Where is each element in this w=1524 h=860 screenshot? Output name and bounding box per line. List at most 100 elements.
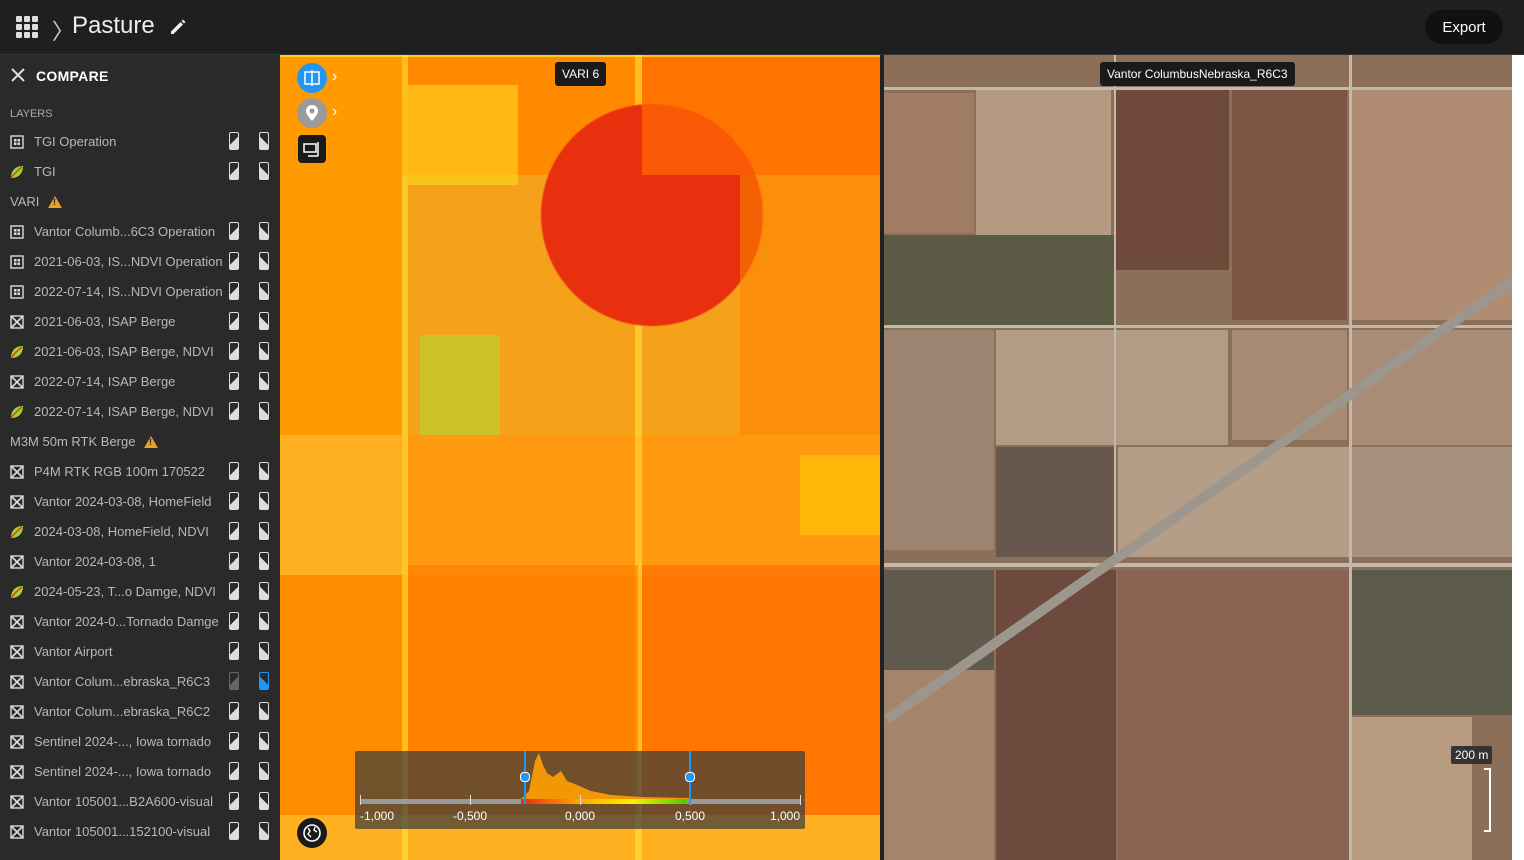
- layer-label: 2024-03-08, HomeField, NDVI: [34, 524, 209, 539]
- range-min-handle[interactable]: [519, 772, 530, 782]
- layer-row[interactable]: 2022-07-14, ISAP Berge: [0, 367, 280, 397]
- show-right-toggle[interactable]: [259, 522, 269, 540]
- histogram-panel[interactable]: -1,000 -0,500 0,000 0,500 1,000: [355, 751, 805, 829]
- show-right-toggle[interactable]: [259, 492, 269, 510]
- show-right-toggle[interactable]: [259, 612, 269, 630]
- right-map-pane[interactable]: [884, 55, 1512, 860]
- operation-icon: [10, 255, 24, 269]
- show-right-toggle[interactable]: [259, 582, 269, 600]
- show-right-toggle[interactable]: [259, 132, 269, 150]
- split-view-button[interactable]: [297, 63, 327, 93]
- show-left-toggle[interactable]: [229, 522, 239, 540]
- layer-row[interactable]: 2021-06-03, ISAP Berge, NDVI: [0, 337, 280, 367]
- histogram-tick-label: 0,500: [675, 809, 706, 823]
- show-left-toggle[interactable]: [229, 402, 239, 420]
- show-left-toggle[interactable]: [229, 792, 239, 810]
- show-right-toggle[interactable]: [259, 372, 269, 390]
- show-right-toggle[interactable]: [259, 312, 269, 330]
- layer-row[interactable]: 2022-07-14, ISAP Berge, NDVI: [0, 397, 280, 427]
- show-left-toggle[interactable]: [229, 822, 239, 840]
- layer-group-row[interactable]: M3M 50m RTK Berge: [0, 427, 280, 457]
- layer-row[interactable]: Sentinel 2024-..., Iowa tornado: [0, 727, 280, 757]
- show-right-toggle[interactable]: [259, 162, 269, 180]
- layer-row[interactable]: 2024-05-23, T...o Damge, NDVI: [0, 577, 280, 607]
- layers-heading: LAYERS: [10, 108, 53, 120]
- scale-bar: 200 m: [1451, 746, 1493, 832]
- show-left-toggle[interactable]: [229, 582, 239, 600]
- left-map-pane[interactable]: [280, 55, 880, 860]
- range-max-handle[interactable]: [684, 772, 695, 782]
- compare-header: COMPARE: [0, 55, 280, 95]
- apps-grid-icon[interactable]: [16, 16, 38, 38]
- show-right-toggle[interactable]: [259, 462, 269, 480]
- layer-label: Vantor 2024-0...Tornado Damge: [34, 614, 219, 629]
- layer-row[interactable]: Vantor Colum...ebraska_R6C2: [0, 697, 280, 727]
- show-left-toggle[interactable]: [229, 702, 239, 720]
- show-left-toggle[interactable]: [229, 222, 239, 240]
- image-icon: [10, 675, 24, 689]
- layer-group-row[interactable]: VARI: [0, 187, 280, 217]
- show-right-toggle[interactable]: [259, 252, 269, 270]
- image-icon: [10, 705, 24, 719]
- basemap-button[interactable]: [297, 818, 327, 848]
- layer-row[interactable]: Vantor 2024-03-08, 1: [0, 547, 280, 577]
- breadcrumb-chevron-icon: 〉: [52, 19, 75, 44]
- show-left-toggle[interactable]: [229, 642, 239, 660]
- legend-toggle-button[interactable]: [298, 135, 326, 163]
- layer-row[interactable]: Vantor 105001...B2A600-visual: [0, 787, 280, 817]
- layer-row[interactable]: Vantor 2024-03-08, HomeField: [0, 487, 280, 517]
- histogram-curve: [521, 753, 691, 799]
- show-right-toggle[interactable]: [259, 642, 269, 660]
- show-right-toggle[interactable]: [259, 792, 269, 810]
- chevron-right-icon[interactable]: ›: [332, 103, 337, 121]
- layer-row[interactable]: Vantor 2024-0...Tornado Damge: [0, 607, 280, 637]
- show-left-toggle[interactable]: [229, 762, 239, 780]
- show-left-toggle[interactable]: [229, 282, 239, 300]
- layer-row[interactable]: Vantor Colum...ebraska_R6C3: [0, 667, 280, 697]
- leaf-icon: [10, 526, 23, 539]
- show-left-toggle[interactable]: [229, 492, 239, 510]
- top-bar: 〉 Pasture Export: [0, 0, 1524, 55]
- location-pin-icon: [306, 105, 318, 121]
- show-left-toggle[interactable]: [229, 372, 239, 390]
- layer-row[interactable]: Vantor 105001...152100-visual: [0, 817, 280, 847]
- show-left-toggle[interactable]: [229, 252, 239, 270]
- layer-label: 2021-06-03, IS...NDVI Operation: [34, 254, 223, 269]
- layer-row[interactable]: 2021-06-03, IS...NDVI Operation: [0, 247, 280, 277]
- layer-row[interactable]: P4M RTK RGB 100m 170522: [0, 457, 280, 487]
- layer-row[interactable]: 2022-07-14, IS...NDVI Operation: [0, 277, 280, 307]
- show-left-toggle[interactable]: [229, 672, 239, 690]
- show-right-toggle[interactable]: [259, 822, 269, 840]
- show-right-toggle[interactable]: [259, 282, 269, 300]
- show-left-toggle[interactable]: [229, 612, 239, 630]
- show-left-toggle[interactable]: [229, 342, 239, 360]
- layer-row[interactable]: Vantor Airport: [0, 637, 280, 667]
- histogram-color-ramp: [521, 799, 687, 804]
- layer-label: 2021-06-03, ISAP Berge, NDVI: [34, 344, 214, 359]
- show-right-toggle[interactable]: [259, 732, 269, 750]
- layer-row[interactable]: TGI: [0, 157, 280, 187]
- show-right-toggle[interactable]: [259, 672, 269, 690]
- close-icon[interactable]: [10, 67, 26, 83]
- show-right-toggle[interactable]: [259, 402, 269, 420]
- layer-row[interactable]: Sentinel 2024-..., Iowa tornado: [0, 757, 280, 787]
- show-left-toggle[interactable]: [229, 462, 239, 480]
- show-right-toggle[interactable]: [259, 342, 269, 360]
- pencil-icon[interactable]: [168, 16, 188, 36]
- show-right-toggle[interactable]: [259, 222, 269, 240]
- show-left-toggle[interactable]: [229, 552, 239, 570]
- export-button[interactable]: Export: [1425, 10, 1503, 44]
- show-right-toggle[interactable]: [259, 552, 269, 570]
- layer-row[interactable]: 2021-06-03, ISAP Berge: [0, 307, 280, 337]
- chevron-right-icon[interactable]: ›: [332, 68, 337, 86]
- location-button[interactable]: [297, 98, 327, 128]
- show-left-toggle[interactable]: [229, 312, 239, 330]
- show-left-toggle[interactable]: [229, 732, 239, 750]
- layer-row[interactable]: Vantor Columb...6C3 Operation: [0, 217, 280, 247]
- show-left-toggle[interactable]: [229, 162, 239, 180]
- layer-row[interactable]: 2024-03-08, HomeField, NDVI: [0, 517, 280, 547]
- show-left-toggle[interactable]: [229, 132, 239, 150]
- layer-row[interactable]: TGI Operation: [0, 127, 280, 157]
- show-right-toggle[interactable]: [259, 762, 269, 780]
- show-right-toggle[interactable]: [259, 702, 269, 720]
